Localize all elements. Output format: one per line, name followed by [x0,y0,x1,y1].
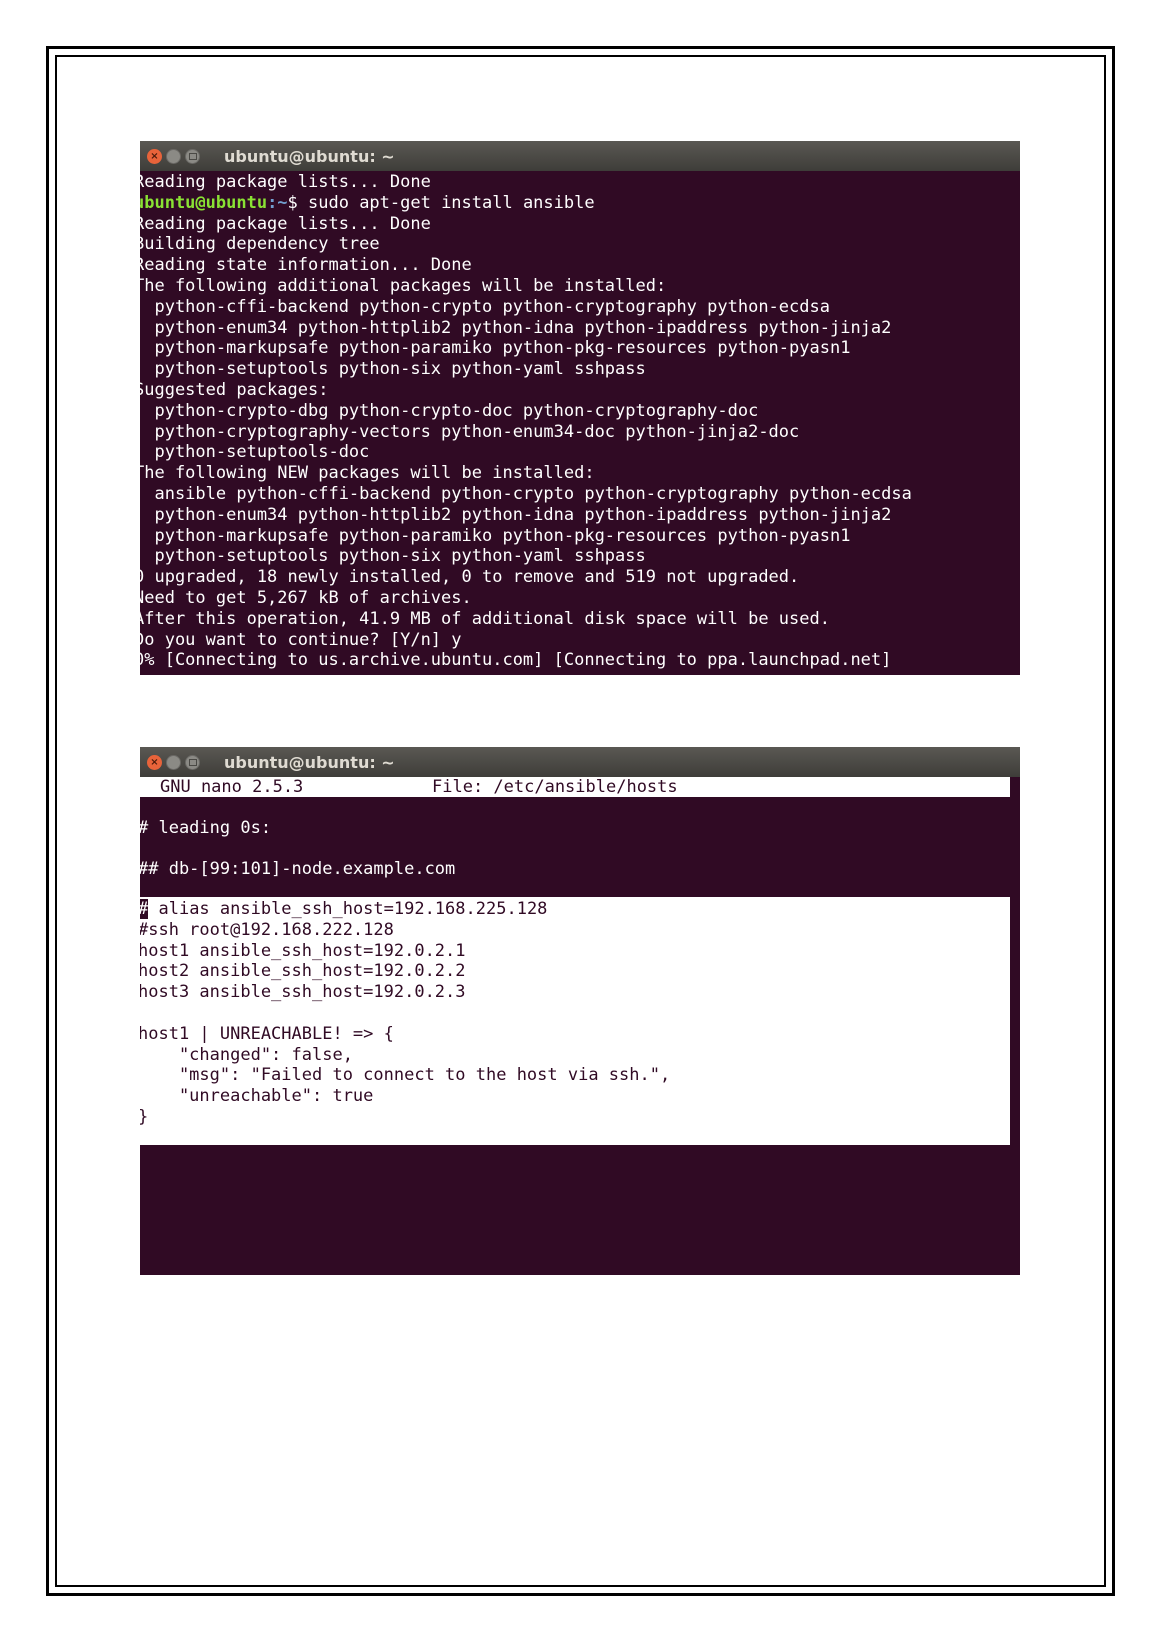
output-line: The following additional packages will b… [140,275,667,296]
editor-line: } [140,1107,670,1128]
minimize-icon[interactable] [166,755,181,770]
editor-line: #ssh root@192.168.222.128 [140,919,394,940]
output-line: python-cryptography-vectors python-enum3… [140,421,800,442]
close-icon[interactable]: × [147,149,162,164]
nano-version: GNU nano 2.5.3 [160,777,304,797]
editor-line: host1 ansible_ssh_host=192.0.2.1 [140,940,466,961]
window-title: ubuntu@ubuntu: ~ [224,753,395,772]
output-line: python-setuptools python-six python-yaml… [140,359,646,380]
nano-shortcut-bar: ^G Get Help ^O Write Out ^W Where Is ^K … [140,1240,988,1275]
text-cursor: # [140,899,149,919]
output-line: Do you want to continue? [Y/n] y [140,629,462,650]
prompt-path: :~ [267,192,288,213]
editor-text-selected[interactable]: # alias ansible_ssh_host=192.168.225.128… [140,899,670,1128]
output-line: python-cffi-backend python-crypto python… [140,296,830,317]
output-line: ansible python-cffi-backend python-crypt… [140,483,912,504]
editor-line: "msg": "Failed to connect to the host vi… [140,1065,671,1086]
editor-line: host3 ansible_ssh_host=192.0.2.3 [140,982,466,1003]
output-line: python-markupsafe python-paramiko python… [140,525,851,546]
terminal-window-apt: × ubuntu@ubuntu: ~ Reading package lists… [140,141,1020,675]
maximize-icon[interactable] [185,755,200,770]
editor-line: # leading 0s: [140,817,272,838]
output-line: python-enum34 python-httplib2 python-idn… [140,317,892,338]
output-line: After this operation, 41.9 MB of additio… [140,608,830,629]
output-line: 0 upgraded, 18 newly installed, 0 to rem… [140,567,800,588]
output-line: python-enum34 python-httplib2 python-idn… [140,504,892,525]
output-line: Reading state information... Done [140,255,472,276]
terminal-output: Reading package lists... Done ubuntu@ubun… [140,171,1020,671]
editor-line: "unreachable": true [140,1086,374,1107]
editor-line: host2 ansible_ssh_host=192.0.2.2 [140,961,466,982]
window-titlebar: × ubuntu@ubuntu: ~ [140,141,1020,171]
output-line: Reading package lists... Done [140,213,431,234]
prompt-command: $ sudo apt-get install ansible [287,192,595,213]
nano-header-bar: GNU nano 2.5.3 File: /etc/ansible/hosts [140,777,1010,797]
output-line: 0% [Connecting to us.archive.ubuntu.com]… [140,650,892,671]
window-titlebar: × ubuntu@ubuntu: ~ [140,747,1020,777]
output-line: python-crypto-dbg python-crypto-doc pyth… [140,400,759,421]
output-line: python-setuptools-doc [140,442,370,463]
output-line: python-markupsafe python-paramiko python… [140,338,851,359]
editor-line: ## db-[99:101]-node.example.com [140,859,456,880]
editor-line: alias ansible_ssh_host=192.168.225.128 [148,899,548,919]
editor-text-dark: # leading 0s: ## db-[99:101]-node.exampl… [140,797,455,901]
editor-line: host1 | UNREACHABLE! => { [140,1023,394,1044]
window-title: ubuntu@ubuntu: ~ [224,147,395,166]
output-line: Need to get 5,267 kB of archives. [140,587,472,608]
editor-line: "changed": false, [140,1044,353,1065]
output-line: The following NEW packages will be insta… [140,463,595,484]
nano-file-label: File: /etc/ansible/hosts [432,777,678,797]
output-line: Building dependency tree [140,234,380,255]
output-line: python-setuptools python-six python-yaml… [140,546,646,567]
editor-lines: #ssh root@192.168.222.128 host1 ansible_s… [140,920,670,1128]
minimize-icon[interactable] [166,149,181,164]
close-icon[interactable]: × [147,755,162,770]
output-line: Suggested packages: [140,379,329,400]
prompt-line: ubuntu@ubuntu:~$ sudo apt-get install an… [140,193,1020,214]
maximize-icon[interactable] [185,149,200,164]
terminal-window-nano: × ubuntu@ubuntu: ~ GNU nano 2.5.3 File: … [140,747,1020,1275]
prompt-user: ubuntu@ubuntu [140,192,268,213]
editor-first-line: # alias ansible_ssh_host=192.168.225.128 [140,899,670,920]
output-line: Reading package lists... Done [140,172,431,192]
